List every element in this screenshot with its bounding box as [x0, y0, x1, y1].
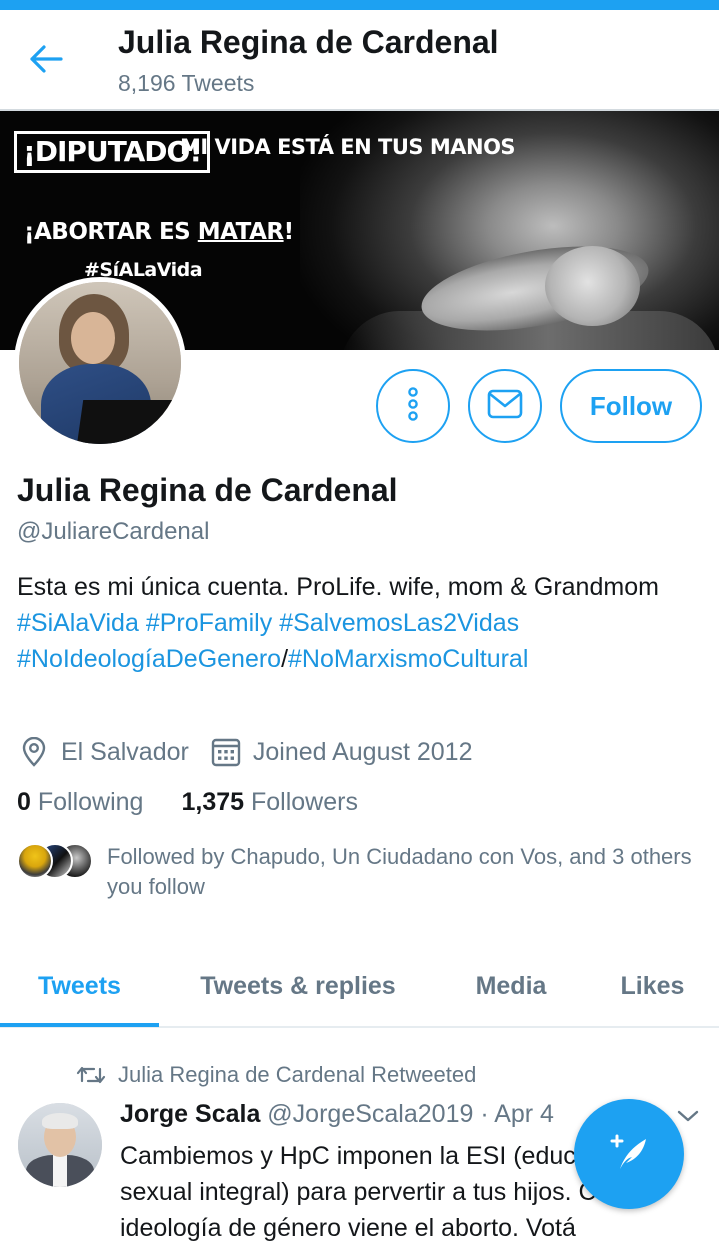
retweet-context[interactable]: Julia Regina de Cardenal Retweeted [76, 1062, 476, 1088]
profile-bio: Esta es mi única cuenta. ProLife. wife, … [17, 569, 707, 677]
profile-joined-date: Joined August 2012 [252, 737, 473, 766]
location-pin-icon [17, 735, 51, 769]
profile-avatar[interactable] [14, 277, 186, 449]
retweet-icon [76, 1063, 106, 1087]
chevron-down-icon [676, 1110, 700, 1128]
profile-meta-row: El Salvador Joined August 2012 [17, 733, 473, 771]
calendar-icon [209, 735, 243, 769]
tweet-avatar-hair [42, 1113, 78, 1129]
tweet-avatar-shirt [53, 1155, 67, 1187]
following-label: Following [30, 788, 144, 816]
profile-header-bar: Julia Regina de Cardenal 8,196 Tweets [0, 10, 719, 111]
follow-button[interactable]: Follow [560, 369, 702, 443]
following-count: 0 [17, 788, 31, 816]
banner-line1: MI VIDA ESTÁ EN TUS MANOS [180, 135, 516, 159]
avatar-podium [74, 400, 181, 444]
tweet-header: Jorge Scala @JorgeScala2019 · Apr 4 [120, 1100, 554, 1129]
profile-handle: @JuliareCardenal [17, 518, 210, 545]
profile-tabs: Tweets Tweets & replies Media Likes [0, 946, 719, 1028]
compose-tweet-button[interactable] [574, 1099, 684, 1209]
followed-by-text[interactable]: Followed by Chapudo, Un Ciudadano con Vo… [107, 842, 697, 902]
tweet-menu-button[interactable] [676, 1108, 700, 1129]
bio-hashtag-link[interactable]: #SiAlaVida [17, 609, 139, 637]
bio-spacer [139, 609, 146, 637]
profile-location: El Salvador [61, 737, 189, 766]
followers-stat-link[interactable]: 1,375 Followers [181, 788, 357, 817]
envelope-icon [487, 389, 523, 424]
bio-hashtag-link[interactable]: #NoMarxismoCultural [288, 645, 528, 673]
active-tab-indicator [0, 1023, 159, 1027]
banner-line2-underlined: MATAR [197, 219, 284, 245]
tweet-author-name[interactable]: Jorge Scala [120, 1100, 260, 1128]
bio-separator: / [281, 645, 289, 673]
message-button[interactable] [468, 369, 542, 443]
header-tweet-count: 8,196 Tweets [118, 70, 255, 96]
compose-feather-icon [604, 1127, 654, 1182]
tab-tweets-replies[interactable]: Tweets & replies [180, 946, 416, 1026]
top-accent-bar [0, 0, 719, 10]
retweet-text: Julia Regina de Cardenal Retweeted [118, 1062, 477, 1087]
more-vertical-icon [406, 386, 420, 426]
followers-label: Followers [244, 788, 358, 816]
avatar-face [71, 312, 115, 364]
bio-hashtag-link[interactable]: #SalvemosLas2Vidas [279, 609, 519, 637]
back-button[interactable] [22, 40, 70, 82]
tweet-author-avatar[interactable] [18, 1103, 102, 1187]
bio-hashtag-link[interactable]: #NoIdeologíaDeGenero [17, 645, 281, 673]
followed-by-avatars[interactable] [17, 843, 93, 879]
bio-hashtag-link[interactable]: #ProFamily [146, 609, 272, 637]
more-options-button[interactable] [376, 369, 450, 443]
profile-stats: 0 Following 1,375 Followers [17, 788, 358, 817]
tab-likes[interactable]: Likes [600, 946, 705, 1026]
tweet-author-handle-date[interactable]: @JorgeScala2019 · Apr 4 [260, 1100, 554, 1128]
bio-text: Esta es mi única cuenta. ProLife. wife, … [17, 573, 659, 601]
tab-media[interactable]: Media [455, 946, 567, 1026]
arrow-left-icon [28, 43, 64, 80]
banner-line2-suffix: ! [283, 219, 295, 245]
banner-line2: ¡ABORTAR ES MATAR! [24, 219, 294, 245]
follower-avatar [17, 843, 53, 879]
header-title: Julia Regina de Cardenal [118, 24, 499, 60]
followers-count: 1,375 [181, 788, 245, 816]
banner-line2-prefix: ¡ABORTAR ES [24, 219, 198, 245]
profile-name: Julia Regina de Cardenal [17, 472, 398, 508]
banner-baby-head-shape [545, 246, 640, 326]
following-stat-link[interactable]: 0 Following [17, 788, 143, 817]
tab-tweets[interactable]: Tweets [0, 946, 159, 1026]
